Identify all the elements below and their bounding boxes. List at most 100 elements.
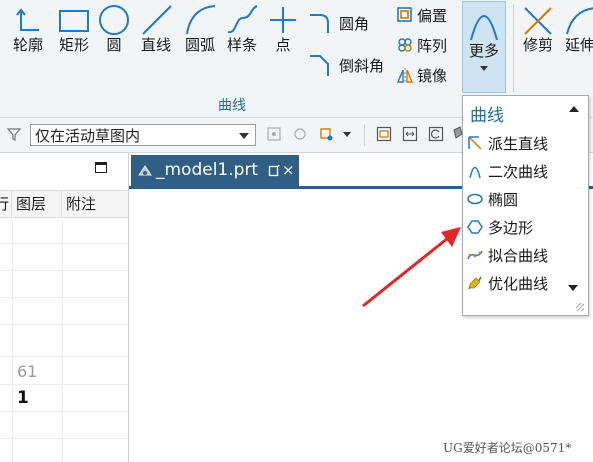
view-fit-icon[interactable] — [376, 126, 392, 142]
layer-cell-gray: 61 — [17, 362, 38, 381]
profile-label: 轮廓 — [12, 36, 43, 54]
line-label: 直线 — [140, 36, 171, 54]
tab-close-icon[interactable]: × — [282, 155, 295, 186]
circle-button[interactable]: 圆 — [96, 4, 132, 54]
more-curve-icon — [470, 15, 498, 41]
line-icon — [142, 5, 172, 35]
optimize-curve-icon — [468, 276, 482, 290]
chamfer-icon — [310, 55, 329, 76]
menu-item-ellipse[interactable]: 椭圆 — [467, 186, 518, 212]
trim-button[interactable]: 修剪 — [518, 4, 558, 54]
rectangle-label: 矩形 — [58, 36, 89, 54]
offset-button[interactable]: 偏置 — [396, 4, 447, 26]
column-divider — [12, 217, 13, 462]
ellipse-icon — [467, 193, 483, 205]
select-feature-icon[interactable] — [292, 126, 308, 142]
snap-dropdown-chevron-icon[interactable] — [343, 132, 351, 137]
menu-item-label: 优化曲线 — [488, 274, 549, 293]
mirror-label: 镜像 — [417, 66, 448, 85]
profile-button[interactable]: 轮廓 — [8, 6, 48, 54]
row-divider — [0, 243, 128, 244]
offset-label: 偏置 — [417, 6, 448, 25]
navigator-column-header: 行 图层 附注 — [0, 190, 128, 218]
conic-icon — [469, 166, 481, 179]
extend-button[interactable]: 延伸 — [560, 4, 593, 54]
mirror-icon — [396, 68, 414, 83]
tab-pin-icon[interactable] — [268, 165, 280, 177]
point-label: 点 — [275, 36, 291, 54]
rectangle-button[interactable]: 矩形 — [54, 6, 94, 54]
column-header-note[interactable]: 附注 — [62, 191, 128, 217]
curve-group-label: 曲线 — [218, 98, 246, 114]
column-divider — [62, 217, 63, 462]
row-divider — [0, 324, 128, 325]
chamfer-button[interactable]: 倒斜角 — [308, 54, 384, 76]
ribbon-separator — [513, 4, 514, 92]
scope-dropdown-chevron-icon[interactable] — [239, 133, 249, 139]
extend-icon — [566, 7, 593, 35]
arc-button[interactable]: 圆弧 — [180, 4, 220, 54]
fillet-label: 圆角 — [339, 14, 370, 33]
circle-label: 圆 — [106, 36, 122, 54]
pattern-icon — [398, 38, 412, 52]
pattern-label: 阵列 — [417, 36, 448, 55]
menu-item-polygon[interactable]: 多边形 — [467, 214, 533, 240]
arc-icon — [186, 5, 216, 35]
selection-scope-value: 仅在活动草图内 — [35, 127, 141, 145]
point-button[interactable]: 点 — [266, 4, 300, 54]
filter-icon[interactable] — [6, 126, 22, 142]
maximize-panel-icon[interactable] — [95, 162, 107, 173]
row-divider — [0, 438, 128, 439]
point-snap-icon[interactable] — [318, 126, 334, 142]
zoom-icon[interactable] — [402, 126, 418, 142]
extend-label: 延伸 — [564, 36, 593, 54]
profile-icon — [16, 8, 39, 31]
scroll-up-icon[interactable] — [569, 106, 579, 112]
curve-gallery-dropdown: 曲线 派生直线 二次曲线 椭圆 多边形 拟合曲线 优化曲线 — [462, 95, 589, 316]
derived-line-icon — [468, 136, 482, 150]
fit-curve-icon — [467, 250, 483, 260]
row-divider — [0, 384, 128, 385]
column-header-layer[interactable]: 图层 — [12, 191, 62, 217]
row-divider — [0, 411, 128, 412]
tab-model1-label: _model1.prt — [156, 160, 259, 180]
menu-item-label: 多边形 — [488, 218, 534, 237]
menu-item-conic[interactable]: 二次曲线 — [467, 158, 548, 184]
point-icon — [270, 7, 296, 33]
line-button[interactable]: 直线 — [136, 4, 176, 54]
fillet-icon — [310, 14, 329, 33]
trim-icon — [524, 7, 552, 35]
spline-label: 样条 — [226, 36, 257, 54]
column-header-partial[interactable]: 行 — [0, 191, 12, 217]
trim-label: 修剪 — [522, 36, 553, 54]
menu-item-label: 拟合曲线 — [488, 246, 549, 265]
menu-item-fit-curve[interactable]: 拟合曲线 — [467, 242, 548, 268]
dropdown-title: 曲线 — [470, 106, 504, 126]
rectangle-icon — [59, 10, 89, 32]
offset-icon — [397, 7, 412, 22]
spline-icon — [227, 5, 258, 34]
annotation-arrow — [362, 227, 461, 308]
resize-grip-icon[interactable] — [576, 303, 584, 311]
snap-toggle-icon[interactable] — [266, 126, 282, 142]
fillet-button[interactable]: 圆角 — [308, 12, 369, 34]
arc-label: 圆弧 — [184, 36, 215, 54]
mirror-button[interactable]: 镜像 — [396, 64, 447, 86]
circle-icon — [99, 5, 129, 35]
tab-model1[interactable]: _model1.prt × — [131, 155, 299, 186]
part-file-icon — [138, 165, 152, 176]
more-label: 更多 — [468, 42, 499, 60]
menu-item-label: 派生直线 — [488, 134, 549, 153]
selection-scope-select[interactable]: 仅在活动草图内 — [30, 124, 256, 146]
spline-button[interactable]: 样条 — [222, 4, 262, 54]
rotate-icon[interactable] — [428, 126, 444, 142]
row-divider — [0, 297, 128, 298]
more-button[interactable]: 更多 — [462, 1, 506, 93]
pattern-button[interactable]: 阵列 — [396, 34, 447, 56]
menu-item-optimize-curve[interactable]: 优化曲线 — [467, 270, 548, 296]
filter-separator — [364, 124, 365, 146]
menu-item-derived-line[interactable]: 派生直线 — [467, 130, 548, 156]
scroll-down-icon[interactable] — [568, 285, 578, 291]
more-chevron-down-icon — [480, 66, 488, 71]
menu-item-label: 二次曲线 — [488, 162, 549, 181]
